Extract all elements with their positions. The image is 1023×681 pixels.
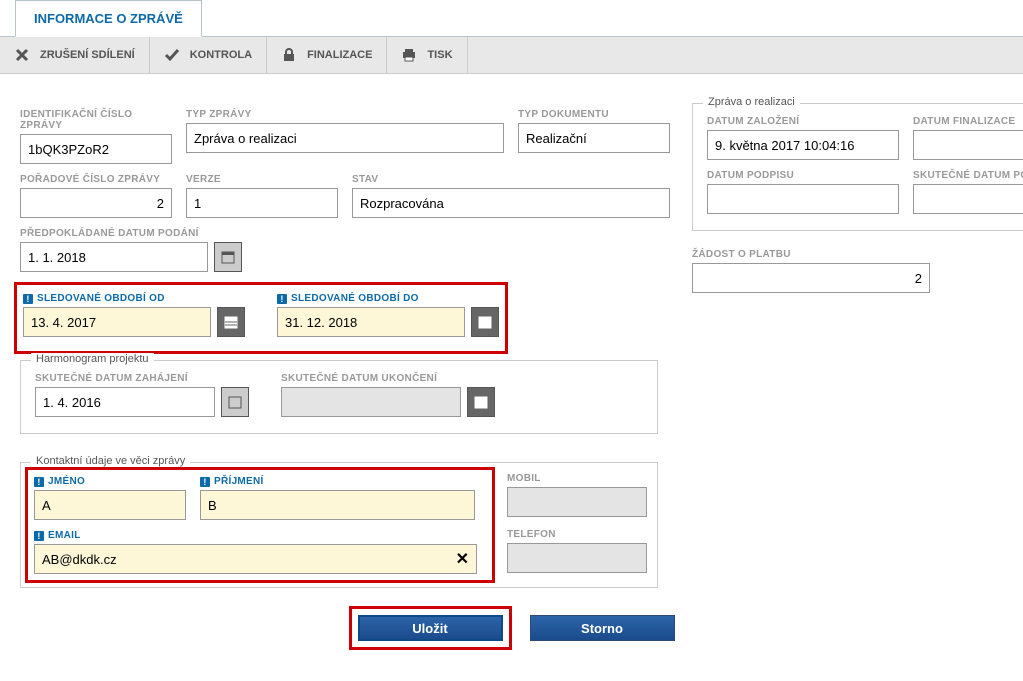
label-skut-podani: SKUTEČNÉ DATUM PODÁNÍ [913,170,1023,181]
calendar-icon[interactable] [221,387,249,417]
label-sled-od: !SLEDOVANÉ OBDOBÍ OD [23,293,245,304]
cancel-button[interactable]: Storno [530,615,675,641]
input-predpokl[interactable] [20,242,208,272]
label-prijmeni: !PŘÍJMENÍ [200,476,475,487]
lock-icon [281,47,297,63]
toolbar-tisk[interactable]: TISK [387,37,467,73]
clear-icon[interactable]: ✕ [456,549,469,569]
toolbar-cancel-share-label: ZRUŠENÍ SDÍLENÍ [40,49,135,61]
required-icon: ! [200,477,210,487]
input-mobil[interactable] [507,487,647,517]
label-typ-zpravy: TYP ZPRÁVY [186,109,504,120]
toolbar-kontrola[interactable]: KONTROLA [150,37,267,73]
label-id-zpravy: IDENTIFIKAČNÍ ČÍSLO ZPRÁVY [20,109,172,131]
required-icon: ! [34,477,44,487]
legend-harmonogram: Harmonogram projektu [31,353,154,365]
input-sled-od[interactable] [23,307,211,337]
toolbar-cancel-share[interactable]: ZRUŠENÍ SDÍLENÍ [0,37,150,73]
print-icon [401,47,417,63]
label-email: !EMAIL [34,530,486,541]
tab-info[interactable]: INFORMACE O ZPRÁVĚ [15,0,202,37]
sledovane-highlight: !SLEDOVANÉ OBDOBÍ OD !SLEDOVANÉ OBDOBÍ D… [14,282,508,354]
input-id-zpravy[interactable] [20,134,172,164]
required-icon: ! [277,294,287,304]
label-poradove: POŘADOVÉ ČÍSLO ZPRÁVY [20,174,172,185]
input-skut-zahaj[interactable] [35,387,215,417]
label-typ-dokumentu: TYP DOKUMENTU [518,109,670,120]
fieldset-zprava-realizaci: Zpráva o realizaci DATUM ZALOŽENÍ DATUM … [692,103,1023,231]
input-stav[interactable] [352,188,670,218]
input-telefon[interactable] [507,543,647,573]
calendar-icon[interactable] [214,242,242,272]
label-jmeno: !JMÉNO [34,476,186,487]
toolbar-tisk-label: TISK [427,49,452,61]
input-jmeno[interactable] [34,490,186,520]
save-highlight: Uložit [349,606,512,650]
calendar-icon[interactable] [471,307,499,337]
label-sled-do: !SLEDOVANÉ OBDOBÍ DO [277,293,499,304]
input-verze[interactable] [186,188,338,218]
legend-kontakt: Kontaktní údaje ve věci zprávy [31,455,190,467]
input-email[interactable] [34,544,477,574]
input-datum-finalizace[interactable] [913,130,1023,160]
fieldset-harmonogram: Harmonogram projektu SKUTEČNÉ DATUM ZAHÁ… [20,360,658,434]
input-typ-dokumentu[interactable] [518,123,670,153]
label-datum-finalizace: DATUM FINALIZACE [913,116,1023,127]
label-mobil: MOBIL [507,473,647,484]
legend-zprava-realizaci: Zpráva o realizaci [703,96,800,108]
x-icon [14,47,30,63]
fieldset-kontakt: Kontaktní údaje ve věci zprávy !JMÉNO !P… [20,462,658,588]
required-icon: ! [34,531,44,541]
input-datum-podpisu[interactable] [707,184,899,214]
input-typ-zpravy[interactable] [186,123,504,153]
input-zadost[interactable] [692,263,930,293]
label-skut-ukon: SKUTEČNÉ DATUM UKONČENÍ [281,373,495,384]
input-prijmeni[interactable] [200,490,475,520]
kontakt-highlight: !JMÉNO !PŘÍJMENÍ !EMAIL [25,467,495,583]
input-skut-podani[interactable] [913,184,1023,214]
input-datum-zalozeni[interactable] [707,130,899,160]
input-poradove[interactable] [20,188,172,218]
toolbar: ZRUŠENÍ SDÍLENÍ KONTROLA FINALIZACE TISK [0,37,1023,74]
label-datum-zalozeni: DATUM ZALOŽENÍ [707,116,899,127]
label-verze: VERZE [186,174,338,185]
input-sled-do[interactable] [277,307,465,337]
toolbar-finalizace-label: FINALIZACE [307,49,372,61]
calendar-icon[interactable] [467,387,495,417]
toolbar-finalizace[interactable]: FINALIZACE [267,37,387,73]
label-datum-podpisu: DATUM PODPISU [707,170,899,181]
label-stav: STAV [352,174,670,185]
check-icon [164,47,180,63]
input-skut-ukon [281,387,461,417]
save-button[interactable]: Uložit [358,615,503,641]
calendar-icon[interactable] [217,307,245,337]
label-skut-zahaj: SKUTEČNÉ DATUM ZAHÁJENÍ [35,373,249,384]
toolbar-kontrola-label: KONTROLA [190,49,252,61]
label-telefon: TELEFON [507,529,647,540]
label-zadost: ŽÁDOST O PLATBU [692,249,1023,260]
label-predpokl: PŘEDPOKLÁDANÉ DATUM PODÁNÍ [20,228,242,239]
required-icon: ! [23,294,33,304]
